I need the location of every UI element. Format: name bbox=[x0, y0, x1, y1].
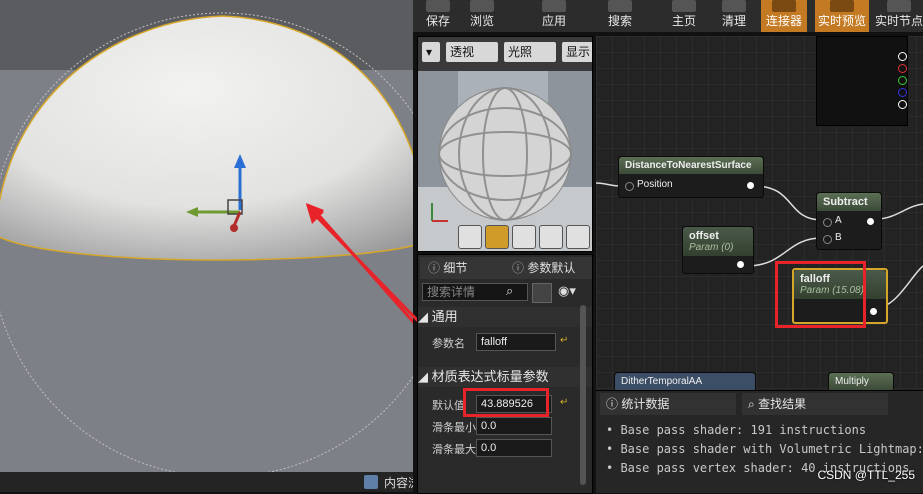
content-browser-label[interactable]: 内容浏览器 bbox=[384, 474, 413, 491]
perspective-label: 透视 bbox=[450, 45, 475, 59]
preview-sphere-button[interactable] bbox=[485, 225, 509, 249]
preview-cylinder-button[interactable] bbox=[458, 225, 482, 249]
slider-max-label: 滑条最大 bbox=[432, 444, 476, 456]
output-pin[interactable] bbox=[867, 218, 874, 225]
node-title: DitherTemporalAA bbox=[615, 373, 755, 390]
content-browser-icon[interactable] bbox=[364, 475, 378, 489]
default-value-label: 默认值 bbox=[432, 400, 465, 412]
node-title: Multiply bbox=[829, 373, 893, 390]
node-distance-to-nearest-surface[interactable]: DistanceToNearestSurface Position bbox=[618, 156, 764, 198]
pin-label: Position bbox=[637, 179, 673, 190]
stats-message: • Base pass shader with Volumetric Light… bbox=[606, 442, 923, 456]
slider-min-field[interactable]: 0.0 bbox=[476, 417, 552, 435]
details-panel: ⓘ 细节 ⓘ 参数默认 搜索详情 ⌕ ◉▾ ◢ 通用 参数名 falloff ↵… bbox=[417, 254, 593, 494]
save-icon bbox=[426, 0, 450, 12]
live-preview-icon bbox=[830, 0, 854, 12]
home-icon bbox=[672, 0, 696, 12]
highlight-box-falloff-node bbox=[775, 261, 866, 328]
search-icon: ⌕ bbox=[748, 397, 759, 411]
preview-mesh-button[interactable] bbox=[566, 225, 590, 249]
watermark: CSDN @TTL_255 bbox=[817, 468, 915, 482]
tab-stats[interactable]: ⓘ 统计数据 bbox=[600, 393, 736, 415]
perspective-button[interactable]: 透视 bbox=[446, 42, 498, 62]
node-dither-temporal-aa[interactable]: DitherTemporalAA bbox=[614, 372, 756, 390]
search-icon: ⌕ bbox=[506, 283, 514, 298]
material-preview-panel[interactable]: ▾ 透视 光照 显示 bbox=[417, 36, 593, 252]
section-general[interactable]: ◢ 通用 bbox=[418, 307, 592, 327]
live-preview-button[interactable]: 实时预览 bbox=[815, 0, 869, 32]
connectors-button[interactable]: 连接器 bbox=[761, 0, 807, 32]
preview-toolbar: ▾ 透视 光照 显示 bbox=[418, 37, 592, 71]
browse-button[interactable]: 浏览 bbox=[463, 0, 501, 32]
material-editor-toolbar: 保存 浏览 应用 搜索 主页 清理 连接器 实时预览 实时节点 bbox=[413, 0, 923, 33]
grid-view-icon[interactable] bbox=[532, 283, 552, 303]
show-button[interactable]: 显示 bbox=[562, 42, 592, 62]
preview-plane-button[interactable] bbox=[512, 225, 536, 249]
search-button[interactable]: 搜索 bbox=[601, 0, 639, 32]
input-pin[interactable] bbox=[625, 182, 634, 191]
output-pins bbox=[894, 42, 908, 122]
reset-icon[interactable]: ↵ bbox=[560, 335, 568, 346]
node-subtract[interactable]: Subtract A B bbox=[816, 192, 882, 250]
material-graph[interactable]: DistanceToNearestSurface Position Subtra… bbox=[596, 36, 923, 390]
stats-icon: ⓘ bbox=[606, 397, 622, 411]
show-label: 显示 bbox=[566, 45, 591, 59]
preview-menu-dropdown[interactable]: ▾ bbox=[422, 42, 440, 62]
output-pin[interactable] bbox=[737, 261, 744, 268]
stats-message: • Base pass shader: 191 instructions bbox=[606, 423, 867, 437]
gizmo-y-handle bbox=[230, 224, 238, 232]
viewport-bottom-bar: 内容浏览器 bbox=[0, 472, 413, 492]
node-title: DistanceToNearestSurface bbox=[619, 157, 763, 174]
pin-label: B bbox=[835, 232, 842, 243]
node-offset[interactable]: offset Param (0) bbox=[682, 226, 754, 274]
lit-button[interactable]: 光照 bbox=[504, 42, 556, 62]
section-scalar-parameter[interactable]: ◢ 材质表达式标量参数 bbox=[418, 367, 592, 387]
node-title: Subtract bbox=[817, 193, 881, 211]
reset-icon[interactable]: ↵ bbox=[560, 397, 568, 408]
expand-icon: ◢ bbox=[418, 309, 432, 324]
node-multiply[interactable]: Multiply bbox=[828, 372, 894, 390]
eye-icon[interactable]: ◉▾ bbox=[558, 283, 576, 299]
connectors-icon bbox=[772, 0, 796, 12]
home-button[interactable]: 主页 bbox=[665, 0, 703, 32]
output-pin[interactable] bbox=[747, 182, 754, 189]
tab-parameter-defaults[interactable]: ⓘ 参数默认 bbox=[504, 257, 592, 279]
live-nodes-icon bbox=[887, 0, 911, 12]
browse-icon bbox=[470, 0, 494, 12]
preview-cube-button[interactable] bbox=[539, 225, 563, 249]
apply-button[interactable]: 应用 bbox=[535, 0, 573, 32]
node-param: Param (0) bbox=[689, 242, 734, 253]
clean-up-button[interactable]: 清理 bbox=[715, 0, 753, 32]
output-pin[interactable] bbox=[870, 308, 877, 315]
highlight-box-default-value bbox=[463, 388, 549, 417]
params-icon: ⓘ bbox=[512, 261, 528, 275]
apply-icon bbox=[542, 0, 566, 12]
slider-min-label: 滑条最小 bbox=[432, 422, 476, 434]
param-name-field[interactable]: falloff bbox=[476, 333, 556, 351]
tab-find-results[interactable]: ⌕ 查找结果 bbox=[742, 393, 888, 415]
details-icon: ⓘ bbox=[428, 261, 444, 275]
details-scrollbar[interactable] bbox=[580, 305, 586, 485]
tab-details[interactable]: ⓘ 细节 bbox=[420, 257, 506, 279]
node-title: offset Param (0) bbox=[683, 227, 753, 256]
search-icon bbox=[608, 0, 632, 12]
pin-label: A bbox=[835, 215, 842, 226]
expand-icon: ◢ bbox=[418, 369, 432, 384]
save-button[interactable]: 保存 bbox=[419, 0, 457, 32]
live-nodes-button[interactable]: 实时节点 bbox=[875, 0, 923, 32]
input-pin-b[interactable] bbox=[823, 235, 832, 244]
input-pin-a[interactable] bbox=[823, 218, 832, 227]
param-name-label: 参数名 bbox=[432, 338, 465, 350]
lit-label: 光照 bbox=[508, 45, 533, 59]
clean-up-icon bbox=[722, 0, 746, 12]
slider-max-field[interactable]: 0.0 bbox=[476, 439, 552, 457]
